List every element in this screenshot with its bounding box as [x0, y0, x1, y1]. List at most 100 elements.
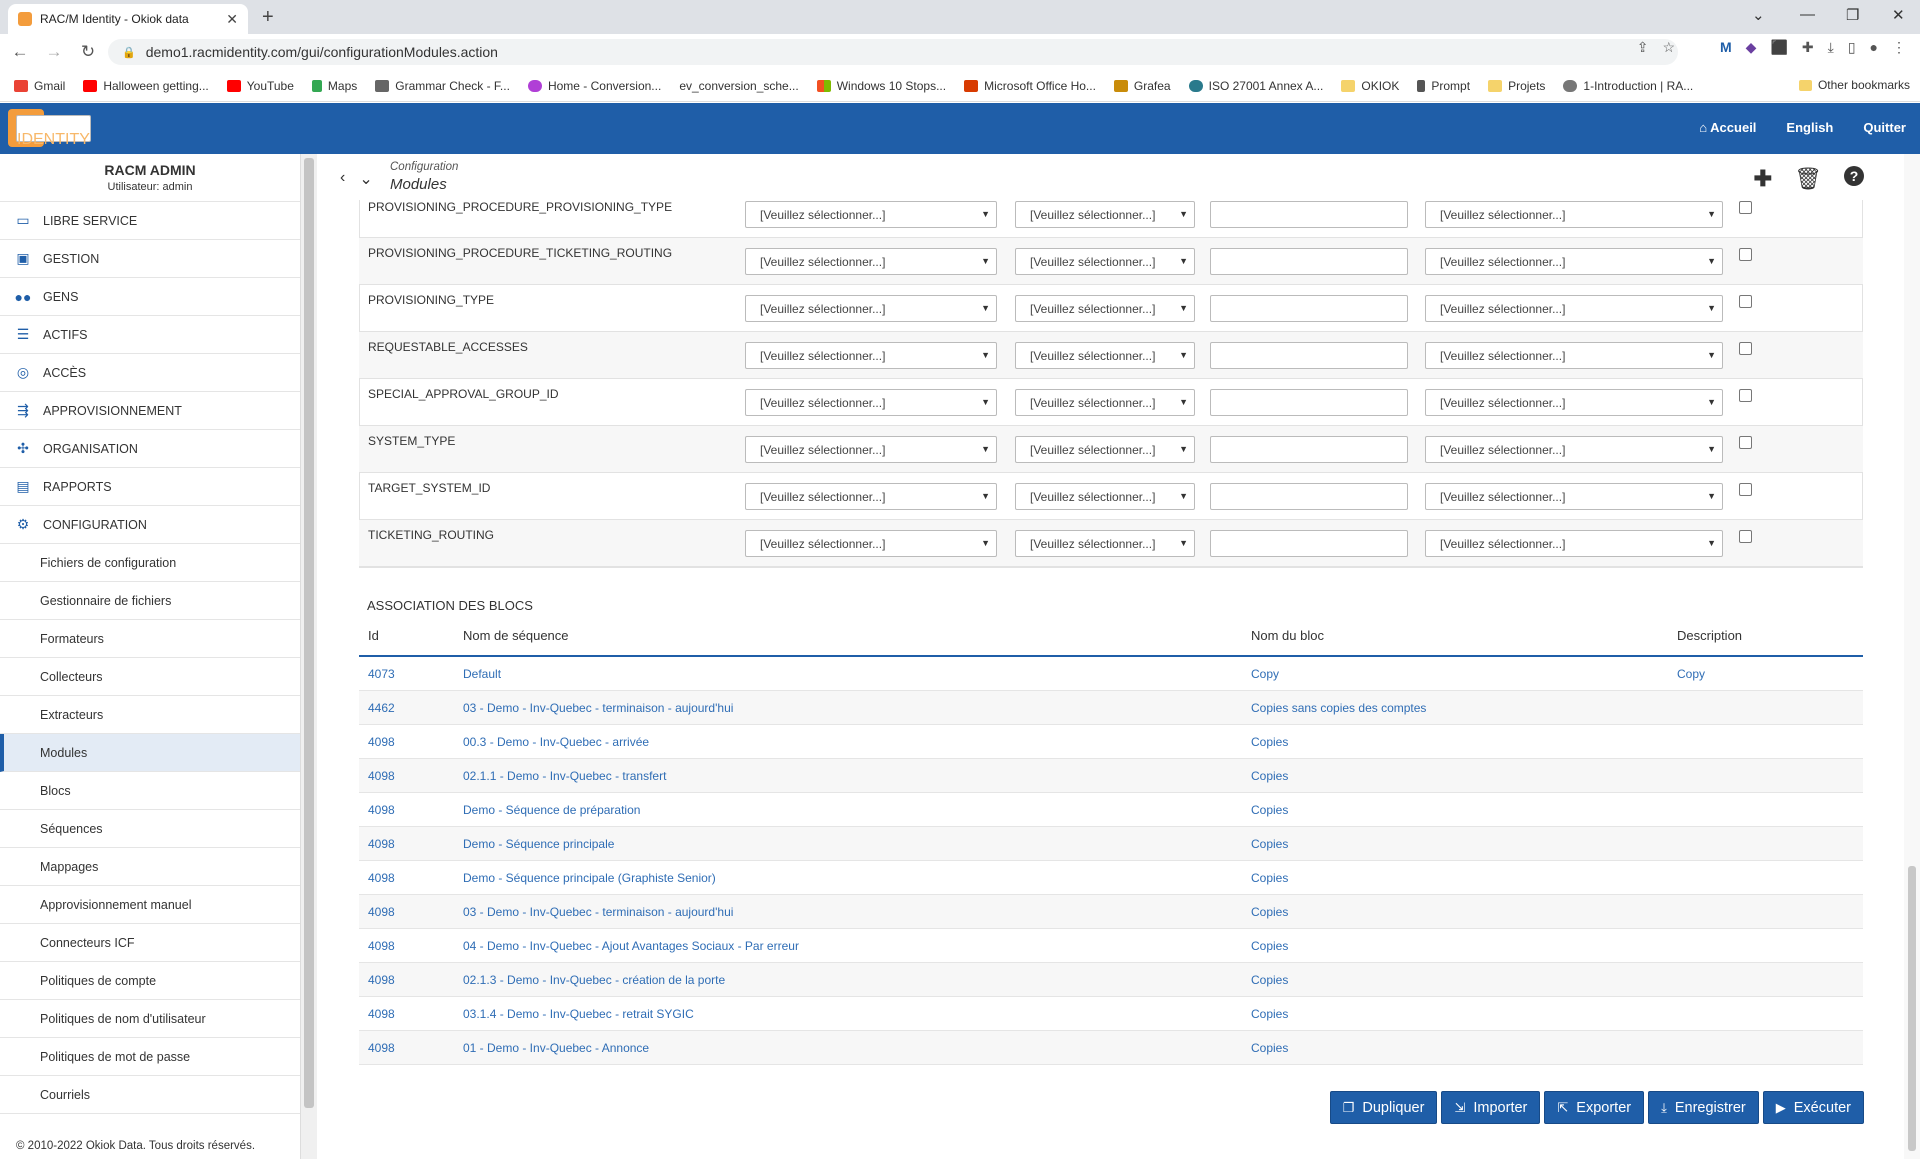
row-checkbox[interactable]	[1739, 436, 1752, 449]
sidebar-subitem-approvisionnement-manuel[interactable]: Approvisionnement manuel	[0, 886, 300, 924]
cell-block[interactable]: Copies	[1251, 735, 1288, 749]
main-scrollbar[interactable]	[1904, 154, 1920, 1159]
sidebar-subitem-connecteurs-icf[interactable]: Connecteurs ICF	[0, 924, 300, 962]
cell-sequence[interactable]: 03 - Demo - Inv-Quebec - terminaison - a…	[463, 905, 733, 919]
sidebar-item-libre-service[interactable]: ▭ LIBRE SERVICE	[0, 202, 300, 240]
bookmark[interactable]: YouTube	[226, 79, 294, 93]
row-checkbox[interactable]	[1739, 295, 1752, 308]
duplicate-button[interactable]: ❐ Dupliquer	[1329, 1091, 1438, 1124]
star-icon[interactable]: ☆	[1662, 39, 1675, 56]
table-row[interactable]: 4462 03 - Demo - Inv-Quebec - terminaison…	[359, 691, 1863, 725]
cell-sequence[interactable]: Demo - Séquence principale	[463, 837, 614, 851]
sidebar-item-gens[interactable]: ●● GENS	[0, 278, 300, 316]
breadcrumb[interactable]: Configuration	[390, 161, 458, 173]
cell-block[interactable]: Copies sans copies des comptes	[1251, 701, 1426, 715]
table-row[interactable]: 4098 04 - Demo - Inv-Quebec - Ajout Avant…	[359, 929, 1863, 963]
cell-id[interactable]: 4098	[368, 905, 395, 919]
row-checkbox[interactable]	[1739, 342, 1752, 355]
menu-dots-icon[interactable]: ⋮	[1892, 39, 1906, 56]
extension-shield-icon[interactable]: ⬛	[1770, 39, 1787, 56]
cell-block[interactable]: Copies	[1251, 837, 1288, 851]
bookmark[interactable]: Maps	[311, 79, 357, 93]
bookmark[interactable]: Halloween getting...	[83, 79, 209, 93]
table-row[interactable]: 4098 01 - Demo - Inv-Quebec - Annonce Copi…	[359, 1031, 1863, 1065]
help-icon[interactable]: ?	[1844, 166, 1864, 186]
reload-icon[interactable]: ↻	[74, 42, 102, 62]
minimize-icon[interactable]: —	[1800, 6, 1815, 23]
type-select[interactable]: [Veuillez sélectionner...] ▼	[745, 530, 997, 557]
cell-block[interactable]: Copy	[1251, 667, 1279, 681]
close-window-icon[interactable]: ✕	[1892, 6, 1905, 24]
cell-id[interactable]: 4098	[368, 871, 395, 885]
logo[interactable]: RAC/M IDENTITY	[8, 109, 91, 147]
value-input[interactable]	[1210, 483, 1408, 510]
bookmark[interactable]: Grafea	[1113, 79, 1171, 93]
value-input[interactable]	[1210, 295, 1408, 322]
mapping-select[interactable]: [Veuillez sélectionner...] ▼	[1425, 530, 1723, 557]
table-row[interactable]: 4098 Demo - Séquence de préparation Copies	[359, 793, 1863, 827]
type-select[interactable]: [Veuillez sélectionner...] ▼	[745, 201, 997, 228]
mapping-select[interactable]: [Veuillez sélectionner...] ▼	[1425, 201, 1723, 228]
restore-icon[interactable]: ❐	[1846, 6, 1859, 24]
cell-sequence[interactable]: Demo - Séquence principale (Graphiste Se…	[463, 871, 716, 885]
cell-sequence[interactable]: 03 - Demo - Inv-Quebec - terminaison - a…	[463, 701, 733, 715]
scrollbar-thumb[interactable]	[1908, 866, 1916, 1151]
bookmark[interactable]: 1-Introduction | RA...	[1563, 79, 1693, 93]
format-select[interactable]: [Veuillez sélectionner...] ▼	[1015, 483, 1195, 510]
format-select[interactable]: [Veuillez sélectionner...] ▼	[1015, 436, 1195, 463]
forward-icon[interactable]: →	[40, 42, 68, 62]
export-button[interactable]: ⇱ Exporter	[1544, 1091, 1645, 1124]
profile-icon[interactable]: ●	[1870, 39, 1878, 56]
sidebar-subitem-gestionnaire-fichiers[interactable]: Gestionnaire de fichiers	[0, 582, 300, 620]
cell-sequence[interactable]: Default	[463, 667, 501, 681]
share-icon[interactable]: ⇪	[1637, 39, 1649, 56]
table-row[interactable]: 4098 Demo - Séquence principale (Graphist…	[359, 861, 1863, 895]
value-input[interactable]	[1210, 201, 1408, 228]
bookmark[interactable]: OKIOK	[1341, 79, 1399, 93]
format-select[interactable]: [Veuillez sélectionner...] ▼	[1015, 248, 1195, 275]
type-select[interactable]: [Veuillez sélectionner...] ▼	[745, 436, 997, 463]
language-link[interactable]: English	[1786, 120, 1833, 135]
sidebar-item-rapports[interactable]: ▤ RAPPORTS	[0, 468, 300, 506]
cell-sequence[interactable]: 03.1.4 - Demo - Inv-Quebec - retrait SYG…	[463, 1007, 694, 1021]
row-checkbox[interactable]	[1739, 201, 1752, 214]
url-input[interactable]: 🔒 demo1.racmidentity.com/gui/configurati…	[108, 39, 1678, 65]
row-checkbox[interactable]	[1739, 483, 1752, 496]
cell-id[interactable]: 4098	[368, 735, 395, 749]
sidebar-subitem-courriels[interactable]: Courriels	[0, 1076, 300, 1114]
cell-id[interactable]: 4098	[368, 1041, 395, 1055]
cell-sequence[interactable]: 01 - Demo - Inv-Quebec - Annonce	[463, 1041, 649, 1055]
cell-block[interactable]: Copies	[1251, 939, 1288, 953]
save-button[interactable]: ⤓ Enregistrer	[1648, 1091, 1759, 1124]
table-row[interactable]: 4098 Demo - Séquence principale Copies	[359, 827, 1863, 861]
sidebar-subitem-sequences[interactable]: Séquences	[0, 810, 300, 848]
type-select[interactable]: [Veuillez sélectionner...] ▼	[745, 342, 997, 369]
type-select[interactable]: [Veuillez sélectionner...] ▼	[745, 295, 997, 322]
bookmark[interactable]: Projets	[1488, 79, 1545, 93]
sidebar-subitem-politiques-mot-de-passe[interactable]: Politiques de mot de passe	[0, 1038, 300, 1076]
sidebar-subitem-collecteurs[interactable]: Collecteurs	[0, 658, 300, 696]
bookmark[interactable]: Windows 10 Stops...	[816, 79, 946, 93]
row-checkbox[interactable]	[1739, 389, 1752, 402]
format-select[interactable]: [Veuillez sélectionner...] ▼	[1015, 530, 1195, 557]
cell-id[interactable]: 4073	[368, 667, 395, 681]
format-select[interactable]: [Veuillez sélectionner...] ▼	[1015, 201, 1195, 228]
value-input[interactable]	[1210, 248, 1408, 275]
mapping-select[interactable]: [Veuillez sélectionner...] ▼	[1425, 483, 1723, 510]
sidebar-item-organisation[interactable]: ✣ ORGANISATION	[0, 430, 300, 468]
type-select[interactable]: [Veuillez sélectionner...] ▼	[745, 483, 997, 510]
extension-purple-icon[interactable]: ◆	[1746, 39, 1757, 56]
mapping-select[interactable]: [Veuillez sélectionner...] ▼	[1425, 389, 1723, 416]
sidebar-subitem-fichiers-configuration[interactable]: Fichiers de configuration	[0, 544, 300, 582]
bookmark[interactable]: Prompt	[1417, 79, 1470, 93]
value-input[interactable]	[1210, 389, 1408, 416]
cell-description[interactable]: Copy	[1677, 667, 1705, 681]
header-block[interactable]: Nom du bloc	[1251, 628, 1324, 643]
mapping-select[interactable]: [Veuillez sélectionner...] ▼	[1425, 342, 1723, 369]
cell-block[interactable]: Copies	[1251, 973, 1288, 987]
quit-link[interactable]: Quitter	[1863, 120, 1906, 135]
cell-id[interactable]: 4098	[368, 769, 395, 783]
sidebar-subitem-politiques-nom-utilisateur[interactable]: Politiques de nom d'utilisateur	[0, 1000, 300, 1038]
cell-id[interactable]: 4098	[368, 803, 395, 817]
mapping-select[interactable]: [Veuillez sélectionner...] ▼	[1425, 436, 1723, 463]
